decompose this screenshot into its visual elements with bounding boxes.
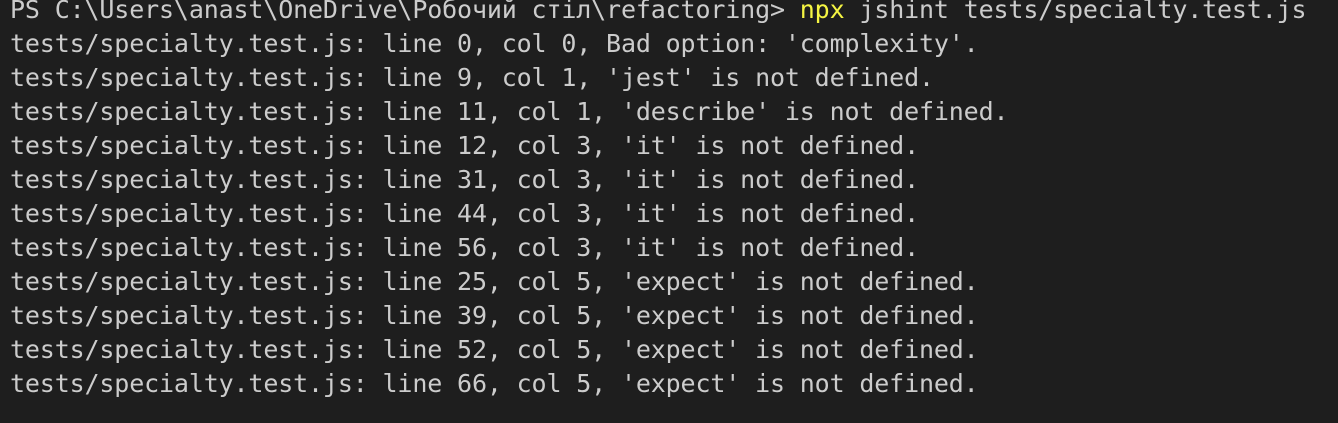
command-name: npx <box>799 0 845 24</box>
terminal-panel[interactable]: PS C:\Users\anast\OneDrive\Робочий стіл\… <box>0 0 1338 423</box>
output-line: tests/specialty.test.js: line 0, col 0, … <box>10 29 979 58</box>
output-line: tests/specialty.test.js: line 56, col 3,… <box>10 233 919 262</box>
prompt-text: PS C:\Users\anast\OneDrive\Робочий стіл\… <box>10 0 800 24</box>
output-line: tests/specialty.test.js: line 39, col 5,… <box>10 301 979 330</box>
prompt-line: PS C:\Users\anast\OneDrive\Робочий стіл\… <box>10 0 1338 27</box>
output-line: tests/specialty.test.js: line 25, col 5,… <box>10 267 979 296</box>
command-args: jshint tests/specialty.test.js <box>844 0 1307 24</box>
output-line: tests/specialty.test.js: line 44, col 3,… <box>10 199 919 228</box>
output-line: tests/specialty.test.js: line 31, col 3,… <box>10 165 919 194</box>
output-line: tests/specialty.test.js: line 9, col 1, … <box>10 63 934 92</box>
output-line: tests/specialty.test.js: line 12, col 3,… <box>10 131 919 160</box>
output-line: tests/specialty.test.js: line 66, col 5,… <box>10 369 979 398</box>
output-line: tests/specialty.test.js: line 11, col 1,… <box>10 97 1009 126</box>
output-line: tests/specialty.test.js: line 52, col 5,… <box>10 335 979 364</box>
